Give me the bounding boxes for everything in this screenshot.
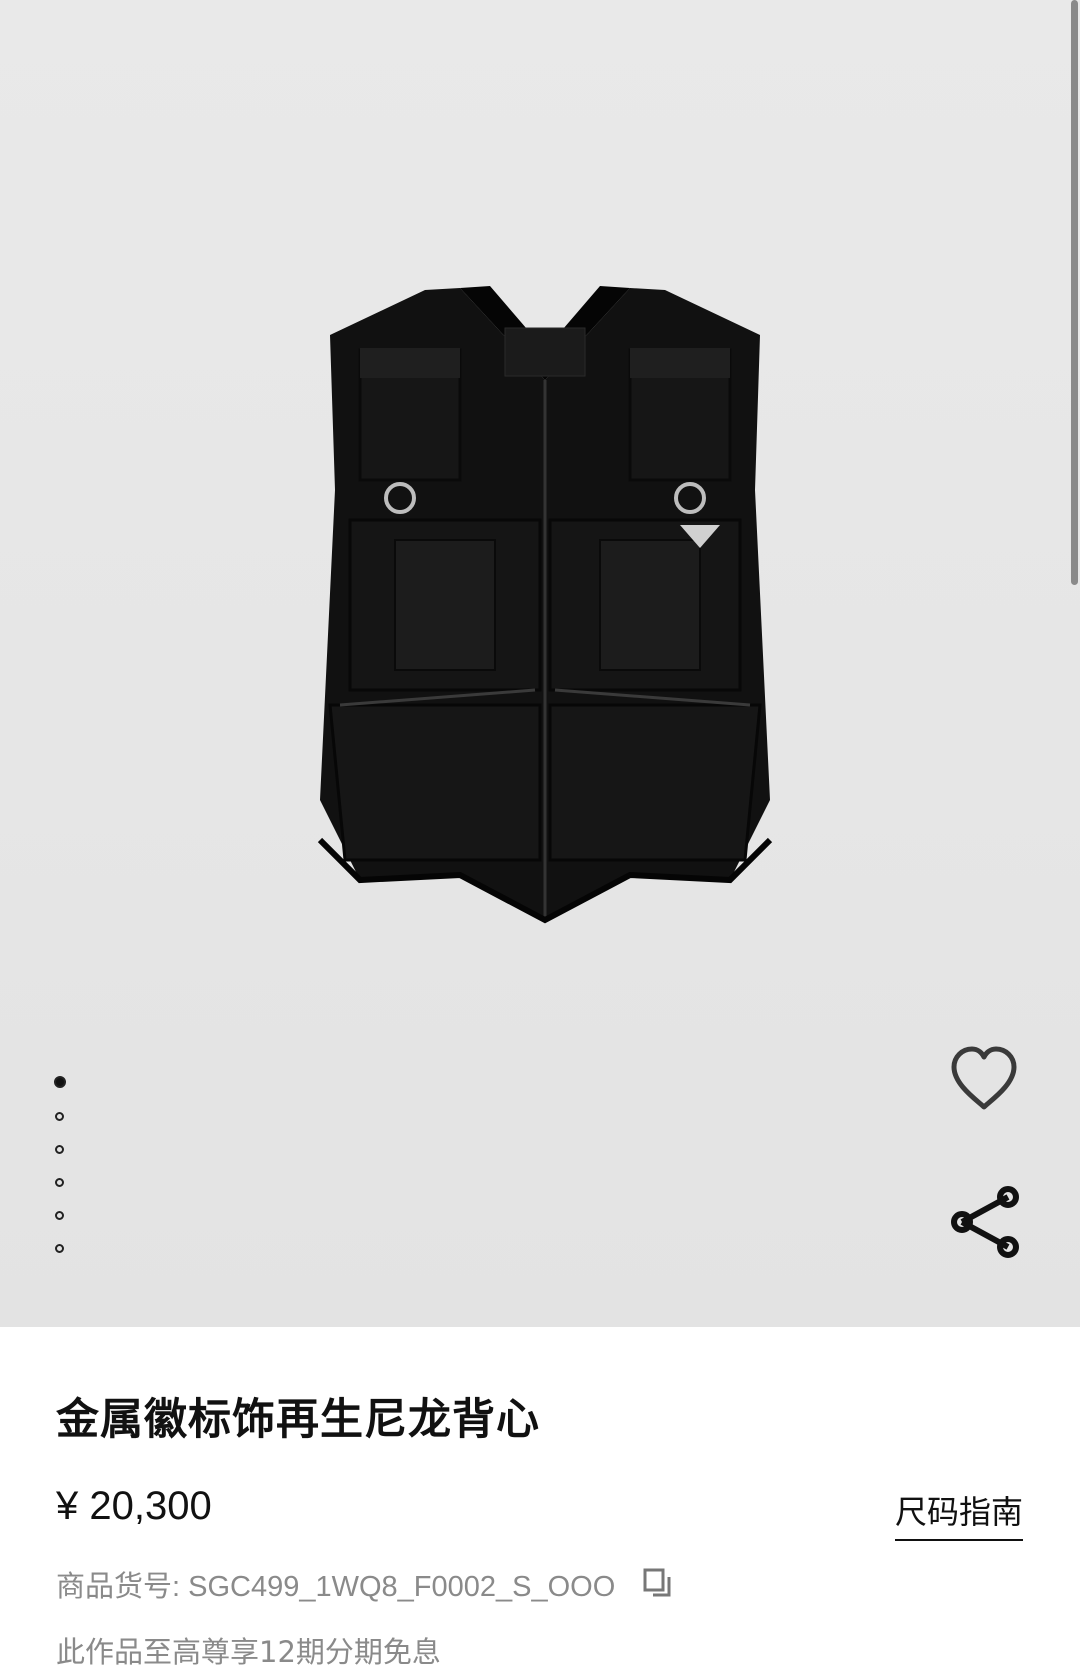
carousel-dot[interactable] [55,1145,64,1154]
carousel-dot[interactable] [55,1178,64,1187]
size-guide-link[interactable]: 尺码指南 [894,1487,1023,1541]
carousel-dot[interactable] [55,1112,64,1121]
copy-icon[interactable] [641,1567,675,1601]
carousel-dot[interactable] [55,1211,64,1220]
product-gallery[interactable] [0,0,1080,1327]
product-title: 金属徽标饰再生尼龙背心 [56,1395,540,1445]
wishlist-button[interactable] [948,1045,1020,1111]
product-image[interactable] [300,280,790,930]
product-info: 金属徽标饰再生尼龙背心 ¥ 20,300 尺码指南 商品货号: SGC499_1… [0,1327,1080,1677]
share-icon [951,1186,1019,1258]
scrollbar[interactable] [1071,0,1078,585]
carousel-dot[interactable] [54,1076,66,1088]
carousel-indicators[interactable] [54,1076,69,1277]
sku-text: 商品货号: SGC499_1WQ8_F0002_S_OOO [56,1571,616,1603]
carousel-dot[interactable] [55,1244,64,1253]
heart-outline-icon [951,1046,1017,1110]
sku-row: 商品货号: SGC499_1WQ8_F0002_S_OOO [56,1563,675,1605]
share-button[interactable] [948,1185,1022,1259]
product-price: ¥ 20,300 [56,1484,212,1528]
installment-note: 此作品至高尊享12期分期免息 [56,1635,441,1669]
